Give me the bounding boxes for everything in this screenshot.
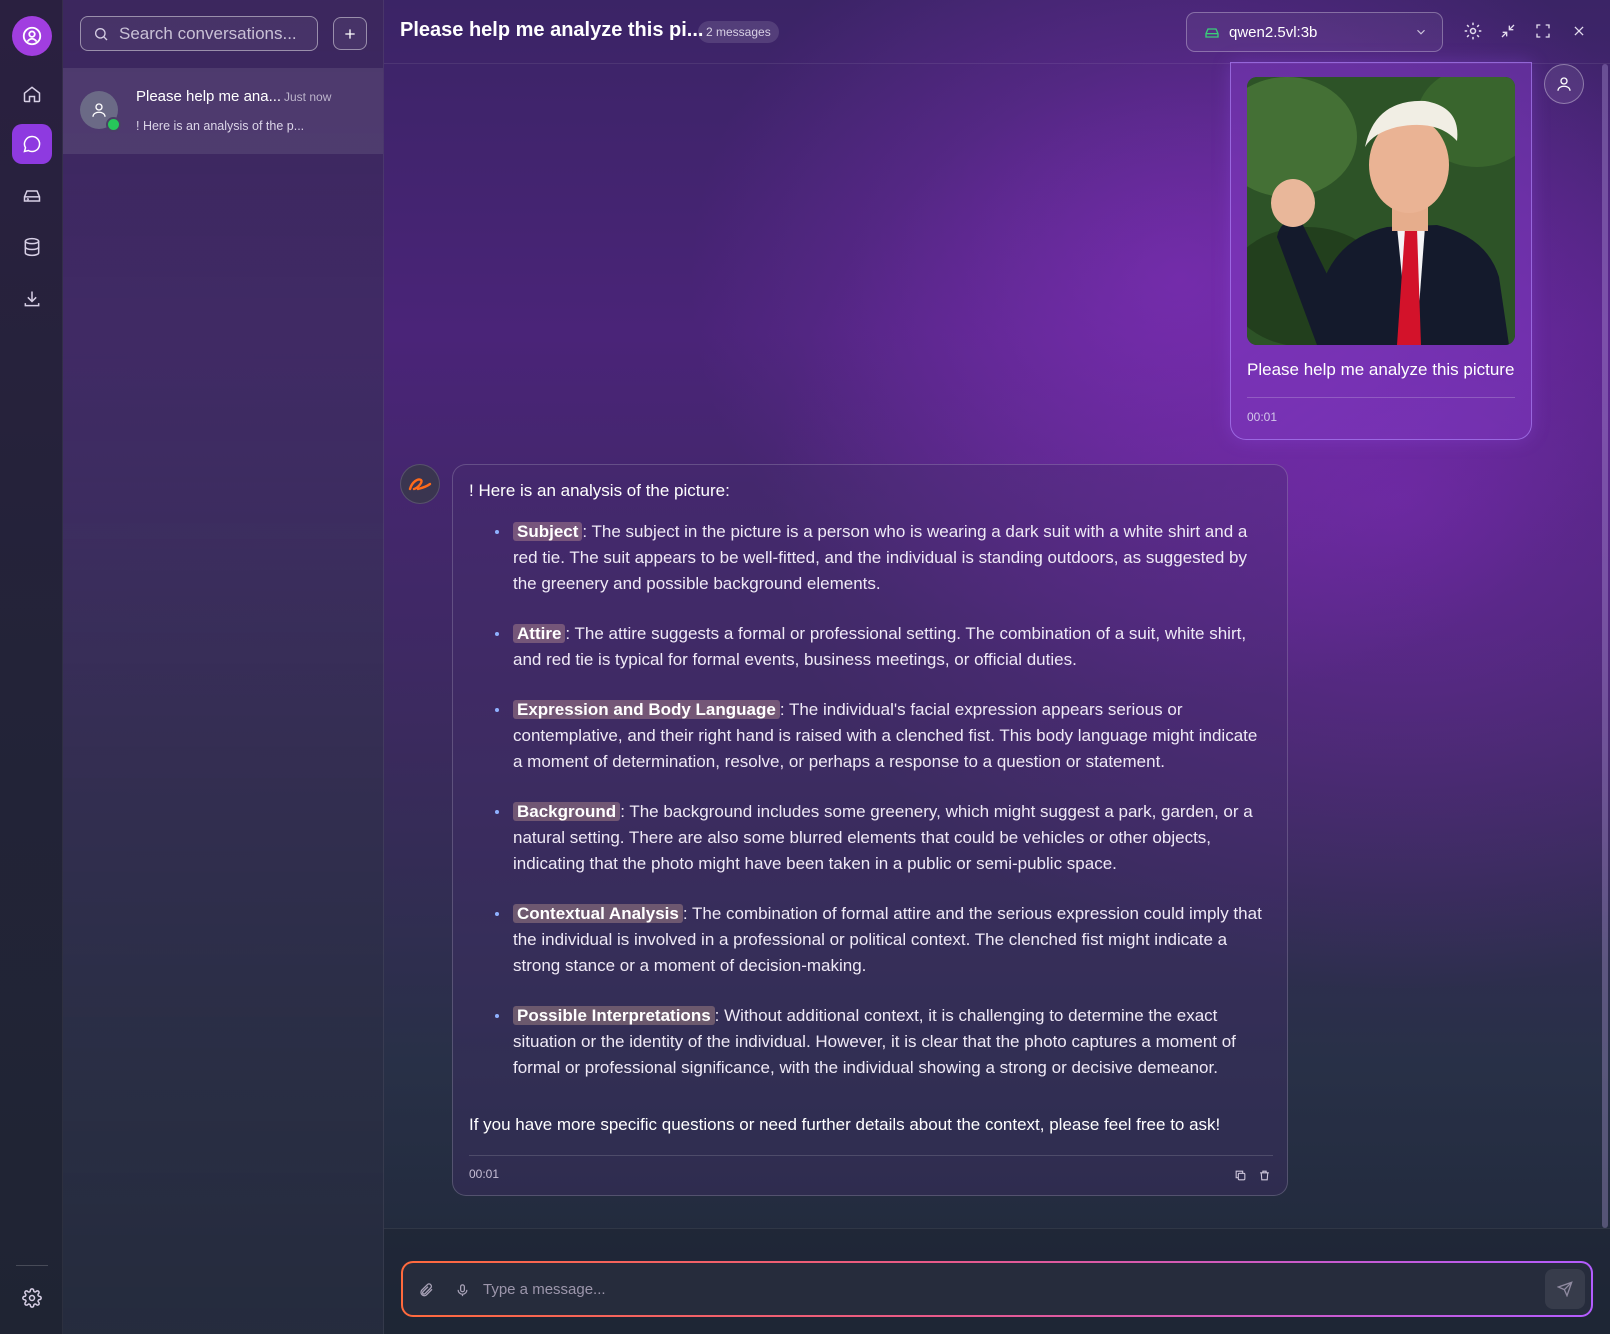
analysis-list: Subject: The subject in the picture is a…: [477, 519, 1267, 1105]
chat-icon[interactable]: [12, 124, 52, 164]
bullet: [495, 708, 499, 712]
list-item: Attire: The attire suggests a formal or …: [477, 621, 1267, 673]
chevron-down-icon: [1417, 29, 1425, 35]
list-item-text: : The attire suggests a formal or profes…: [513, 624, 1247, 669]
user-icon: [92, 103, 106, 117]
page-title: Please help me analyze this pi...: [400, 19, 704, 41]
composer-area: [384, 1228, 1610, 1334]
new-conversation-button[interactable]: [333, 17, 367, 50]
list-item-term: Attire: [513, 624, 566, 643]
list-item-term: Subject: [513, 522, 583, 541]
list-item: Background: The background includes some…: [477, 799, 1267, 877]
chat-header: Please help me analyze this pi... 2 mess…: [384, 0, 1610, 64]
list-item: Subject: The subject in the picture is a…: [477, 519, 1267, 597]
assistant-avatar: [400, 464, 440, 504]
conversation-title: Please help me ana...: [136, 88, 282, 105]
list-item: Possible Interpretations: Without additi…: [477, 1003, 1267, 1081]
settings-icon[interactable]: [12, 1278, 52, 1318]
user-message-bubble: Please help me analyze this picture 00:0…: [1230, 62, 1532, 440]
conversation-sidebar: Please help me ana... Just now ! Here is…: [63, 0, 384, 1334]
model-select-value: qwen2.5vl:3b: [1229, 24, 1318, 41]
bullet: [495, 632, 499, 636]
conversation-item[interactable]: Please help me ana... Just now ! Here is…: [63, 68, 383, 154]
list-item-text: : The subject in the picture is a person…: [513, 522, 1248, 593]
user-message-text: Please help me analyze this picture: [1247, 360, 1515, 379]
message-input[interactable]: [483, 1277, 1483, 1301]
message-timestamp: 00:01: [1247, 410, 1278, 424]
send-icon: [1557, 1281, 1573, 1297]
bullet: [495, 530, 499, 534]
close-icon[interactable]: [1568, 20, 1590, 42]
plus-icon: [345, 28, 355, 39]
list-item: Expression and Body Language: The indivi…: [477, 697, 1267, 775]
send-button[interactable]: [1545, 1269, 1585, 1309]
list-item-term: Contextual Analysis: [513, 904, 683, 923]
assistant-outro-text: If you have more specific questions or n…: [469, 1115, 1221, 1134]
rail-divider: [16, 1265, 48, 1266]
scrollbar-thumb[interactable]: [1602, 64, 1608, 1228]
bullet: [495, 1014, 499, 1018]
list-item-term: Possible Interpretations: [513, 1006, 715, 1025]
assistant-intro-text: ! Here is an analysis of the picture:: [469, 481, 730, 500]
conversation-time: Just now: [284, 90, 332, 104]
chat-scrollbar[interactable]: [1602, 64, 1608, 1228]
model-logo-icon: [408, 478, 432, 491]
copy-icon[interactable]: [1233, 1168, 1247, 1182]
fullscreen-icon[interactable]: [1532, 20, 1554, 42]
divider: [469, 1155, 1273, 1156]
search-box: [80, 16, 318, 51]
list-item-term: Expression and Body Language: [513, 700, 780, 719]
search-input[interactable]: [119, 23, 309, 44]
message-count-badge: 2 messages: [698, 21, 779, 43]
user-avatar: [1544, 64, 1584, 104]
attach-icon[interactable]: [417, 1281, 435, 1299]
conversation-preview: ! Here is an analysis of the p...: [136, 119, 305, 133]
list-item-text: : The background includes some greenery,…: [513, 802, 1253, 873]
divider: [1247, 397, 1515, 398]
nav-rail: [0, 0, 63, 1334]
bullet: [495, 810, 499, 814]
settings-icon[interactable]: [1462, 20, 1484, 42]
microphone-icon[interactable]: [453, 1281, 471, 1299]
model-select[interactable]: qwen2.5vl:3b: [1186, 12, 1443, 52]
list-item: Contextual Analysis: The combination of …: [477, 901, 1267, 979]
download-icon[interactable]: [12, 279, 52, 319]
user-icon: [1557, 77, 1571, 91]
list-item-term: Background: [513, 802, 621, 821]
attached-photo[interactable]: [1247, 77, 1515, 345]
delete-icon[interactable]: [1257, 1168, 1271, 1182]
composer-inner: [403, 1263, 1591, 1315]
app-logo-icon[interactable]: [12, 16, 52, 56]
database-icon[interactable]: [12, 227, 52, 267]
message-composer: [401, 1261, 1593, 1317]
online-status-dot: [106, 117, 121, 132]
app-window: Please help me ana... Just now ! Here is…: [0, 0, 1610, 1334]
model-drive-icon: [1205, 28, 1219, 38]
message-timestamp: 00:01: [469, 1167, 500, 1181]
inbox-icon[interactable]: [12, 176, 52, 216]
assistant-message-bubble: ! Here is an analysis of the picture: Su…: [452, 464, 1288, 1196]
minimize-icon[interactable]: [1497, 20, 1519, 42]
home-icon[interactable]: [12, 74, 52, 114]
search-icon: [95, 27, 108, 40]
bullet: [495, 912, 499, 916]
